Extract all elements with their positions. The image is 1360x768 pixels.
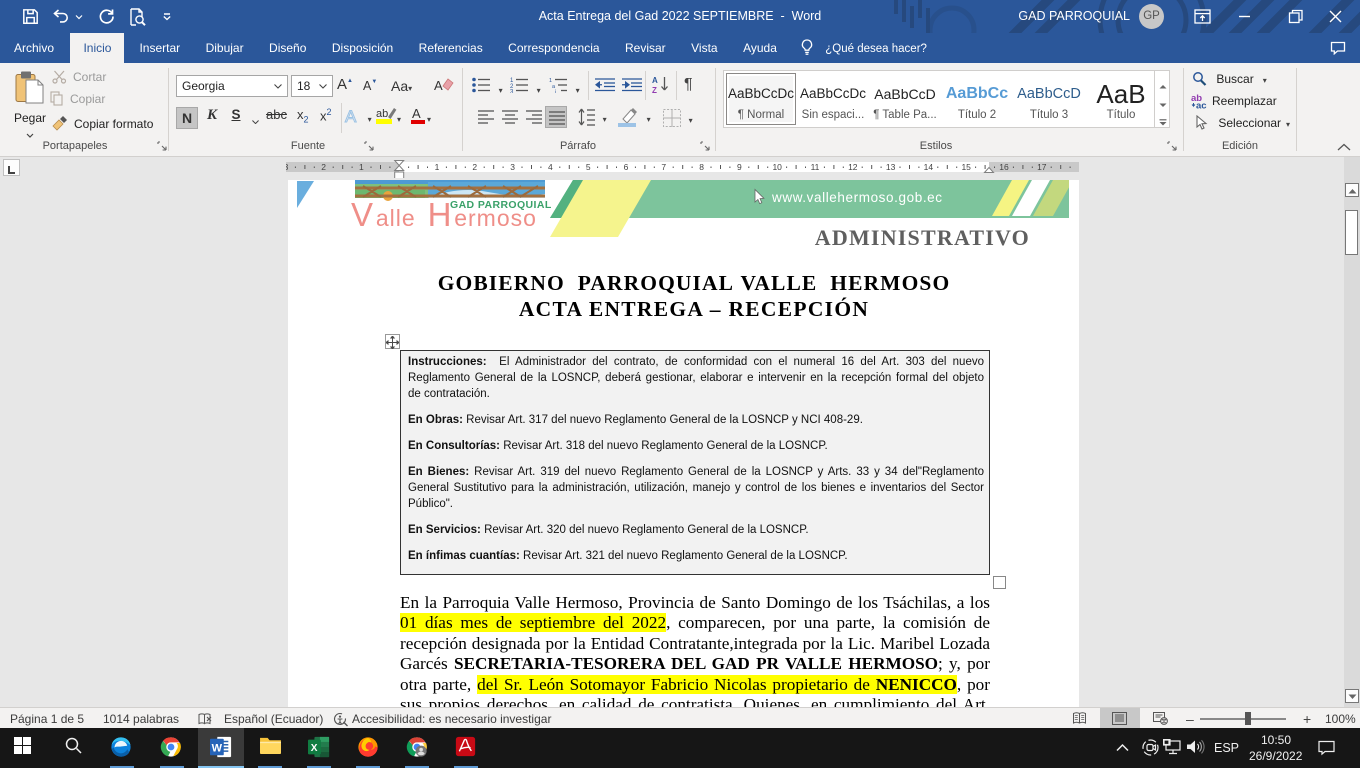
svg-text:A: A — [412, 106, 421, 121]
svg-text:X: X — [311, 743, 318, 754]
svg-text:13: 13 — [886, 162, 896, 172]
svg-text:15: 15 — [961, 162, 971, 172]
svg-text:10: 10 — [772, 162, 782, 172]
svg-text:1: 1 — [435, 162, 440, 172]
svg-text:ac: ac — [1196, 101, 1207, 110]
svg-text:ab: ab — [376, 108, 388, 120]
svg-text:14: 14 — [924, 162, 934, 172]
svg-text:5: 5 — [586, 162, 591, 172]
svg-text:A: A — [345, 107, 357, 126]
svg-text:11: 11 — [811, 162, 820, 172]
svg-text:2: 2 — [472, 162, 477, 172]
svg-text:A: A — [434, 78, 443, 93]
svg-text:8: 8 — [699, 162, 704, 172]
svg-text:16: 16 — [999, 162, 1009, 172]
svg-text:W: W — [212, 743, 223, 755]
svg-text:12: 12 — [848, 162, 858, 172]
svg-text:2: 2 — [321, 162, 326, 172]
svg-text:7: 7 — [661, 162, 666, 172]
svg-text:Z: Z — [652, 86, 657, 94]
svg-text:3: 3 — [510, 90, 514, 94]
svg-text:17: 17 — [1037, 162, 1047, 172]
svg-text:6: 6 — [624, 162, 629, 172]
svg-text:3: 3 — [510, 162, 515, 172]
svg-text:4: 4 — [548, 162, 553, 172]
svg-text:i: i — [555, 90, 556, 94]
svg-text:1: 1 — [359, 162, 364, 172]
svg-text:9: 9 — [737, 162, 742, 172]
svg-text:A: A — [652, 76, 658, 85]
svg-text:3: 3 — [286, 162, 289, 172]
